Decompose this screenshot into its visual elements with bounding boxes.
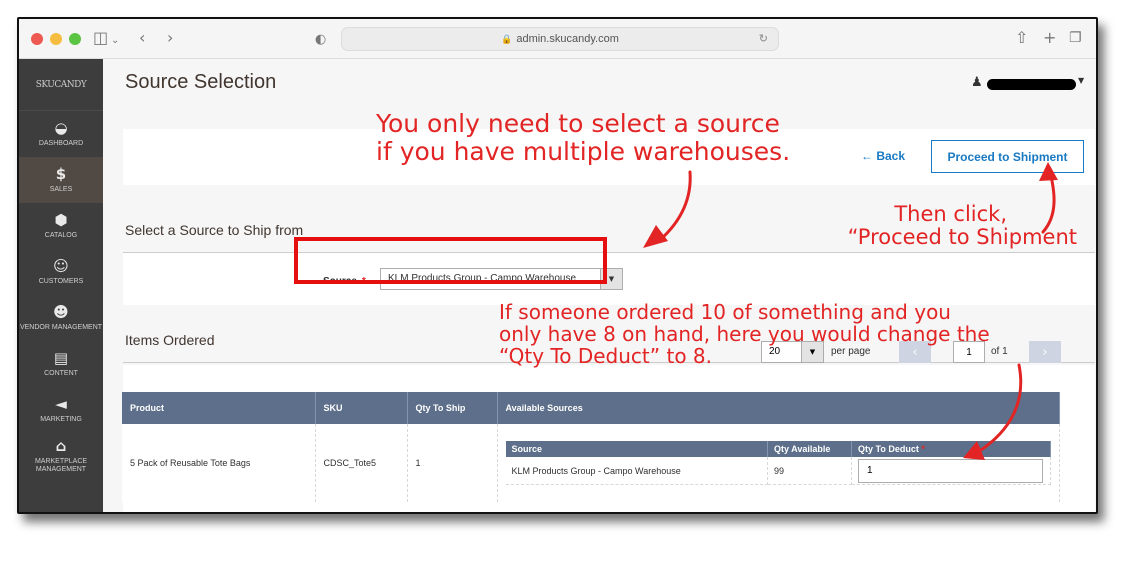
arrowhead-source	[643, 225, 668, 248]
arrow-to-qty	[976, 363, 1023, 454]
annotation-arrows	[643, 162, 1058, 460]
arrow-to-source	[658, 170, 692, 242]
arrowhead-proceed	[1039, 162, 1058, 181]
arrow-to-proceed	[1041, 170, 1056, 234]
